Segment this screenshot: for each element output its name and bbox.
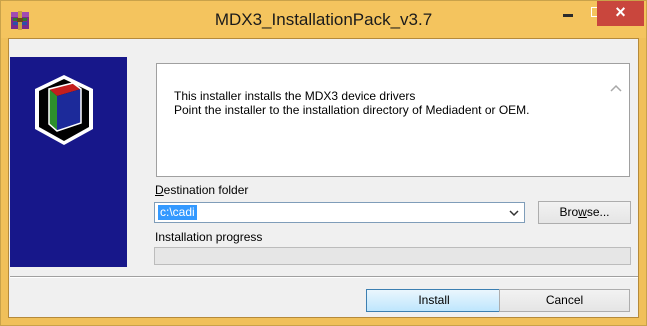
installation-progress-bar xyxy=(154,247,631,265)
destination-folder-label: Destination folder xyxy=(155,183,248,197)
install-button[interactable]: Install xyxy=(366,289,502,312)
browse-label-post: se... xyxy=(586,205,610,219)
close-button[interactable] xyxy=(597,1,644,26)
info-text: This installer installs the MDX3 device … xyxy=(174,89,589,117)
cube-logo-icon xyxy=(35,75,93,145)
installation-progress-label: Installation progress xyxy=(155,230,263,244)
minimize-button[interactable] xyxy=(554,1,582,26)
browse-label-pre: Bro xyxy=(559,205,579,219)
window-title: MDX3_InstallationPack_v3.7 xyxy=(214,10,433,29)
destination-value: c:\cadi xyxy=(158,205,197,220)
title-bar[interactable]: MDX3_InstallationPack_v3.7 xyxy=(1,1,646,38)
browse-label-accel: w xyxy=(578,205,587,219)
browse-button[interactable]: Browse... xyxy=(538,201,631,224)
destination-label-rest: estination folder xyxy=(163,183,249,197)
cancel-button[interactable]: Cancel xyxy=(499,289,630,312)
chevron-up-icon[interactable] xyxy=(609,83,623,93)
side-banner xyxy=(10,57,127,267)
installer-window: MDX3_InstallationPack_v3.7 This installe… xyxy=(0,0,647,326)
divider xyxy=(10,276,638,278)
destination-combobox[interactable]: c:\cadi xyxy=(154,202,525,223)
chevron-down-icon[interactable] xyxy=(507,205,521,220)
dialog-body: This installer installs the MDX3 device … xyxy=(8,38,639,318)
destination-label-accel: D xyxy=(155,183,164,197)
info-line-2: Point the installer to the installation … xyxy=(174,103,530,117)
info-textbox[interactable]: This installer installs the MDX3 device … xyxy=(156,63,630,177)
info-line-1: This installer installs the MDX3 device … xyxy=(174,89,416,103)
